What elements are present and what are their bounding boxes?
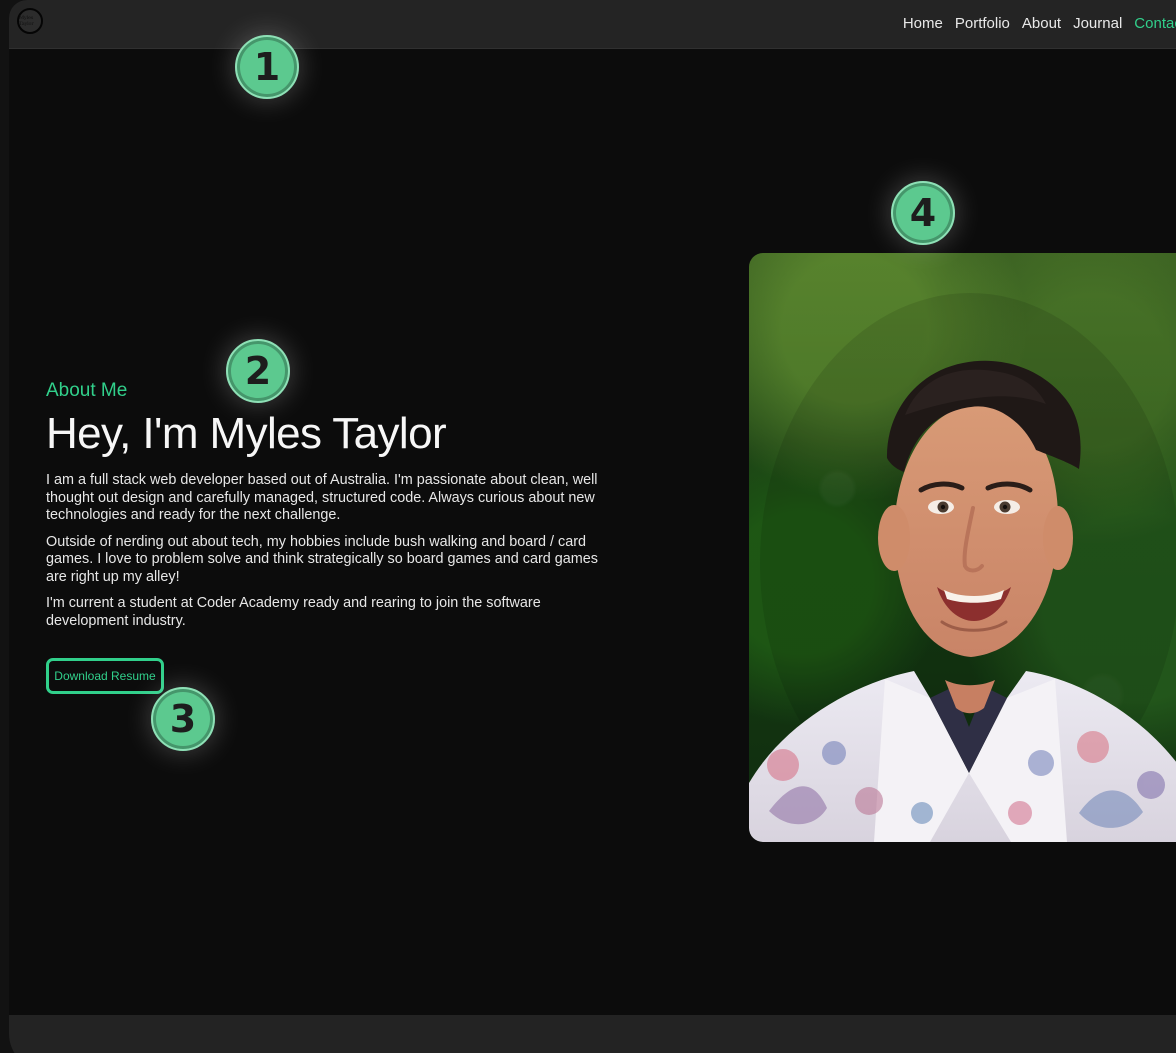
student-paragraph: I'm current a student at Coder Academy r… (46, 595, 541, 629)
download-resume-button[interactable]: Download Resume (46, 658, 164, 694)
about-content: About Me Hey, I'm Myles Taylor I am a fu… (46, 380, 601, 694)
portrait-photo (749, 293, 1176, 842)
section-eyebrow: About Me (46, 380, 128, 401)
footer-band (9, 1015, 1176, 1053)
app-frame: Myles Taylor Home Portfolio About Journa… (9, 0, 1176, 1053)
intro-paragraph: I am a full stack web developer based ou… (46, 472, 598, 523)
nav-portfolio[interactable]: Portfolio (955, 15, 1010, 33)
nav-contact[interactable]: Contact (1134, 15, 1176, 33)
nav-journal[interactable]: Journal (1073, 15, 1122, 33)
logo-text: Myles Taylor (19, 15, 34, 27)
circle-logo-icon[interactable]: Myles Taylor (17, 8, 43, 34)
annotation-marker-2: 2 (226, 339, 290, 403)
main-navigation: Home Portfolio About Journal Contact (903, 15, 1176, 33)
hobbies-paragraph: Outside of nerding out about tech, my ho… (46, 533, 598, 585)
annotation-marker-4: 4 (891, 181, 955, 245)
portrait-card (749, 253, 1176, 842)
annotation-marker-3: 3 (151, 687, 215, 751)
top-navigation-bar: Myles Taylor Home Portfolio About Journa… (9, 0, 1176, 49)
nav-home[interactable]: Home (903, 15, 943, 33)
annotation-marker-1: 1 (235, 35, 299, 99)
nav-about[interactable]: About (1022, 15, 1061, 33)
page-title: Hey, I'm Myles Taylor (46, 409, 447, 458)
